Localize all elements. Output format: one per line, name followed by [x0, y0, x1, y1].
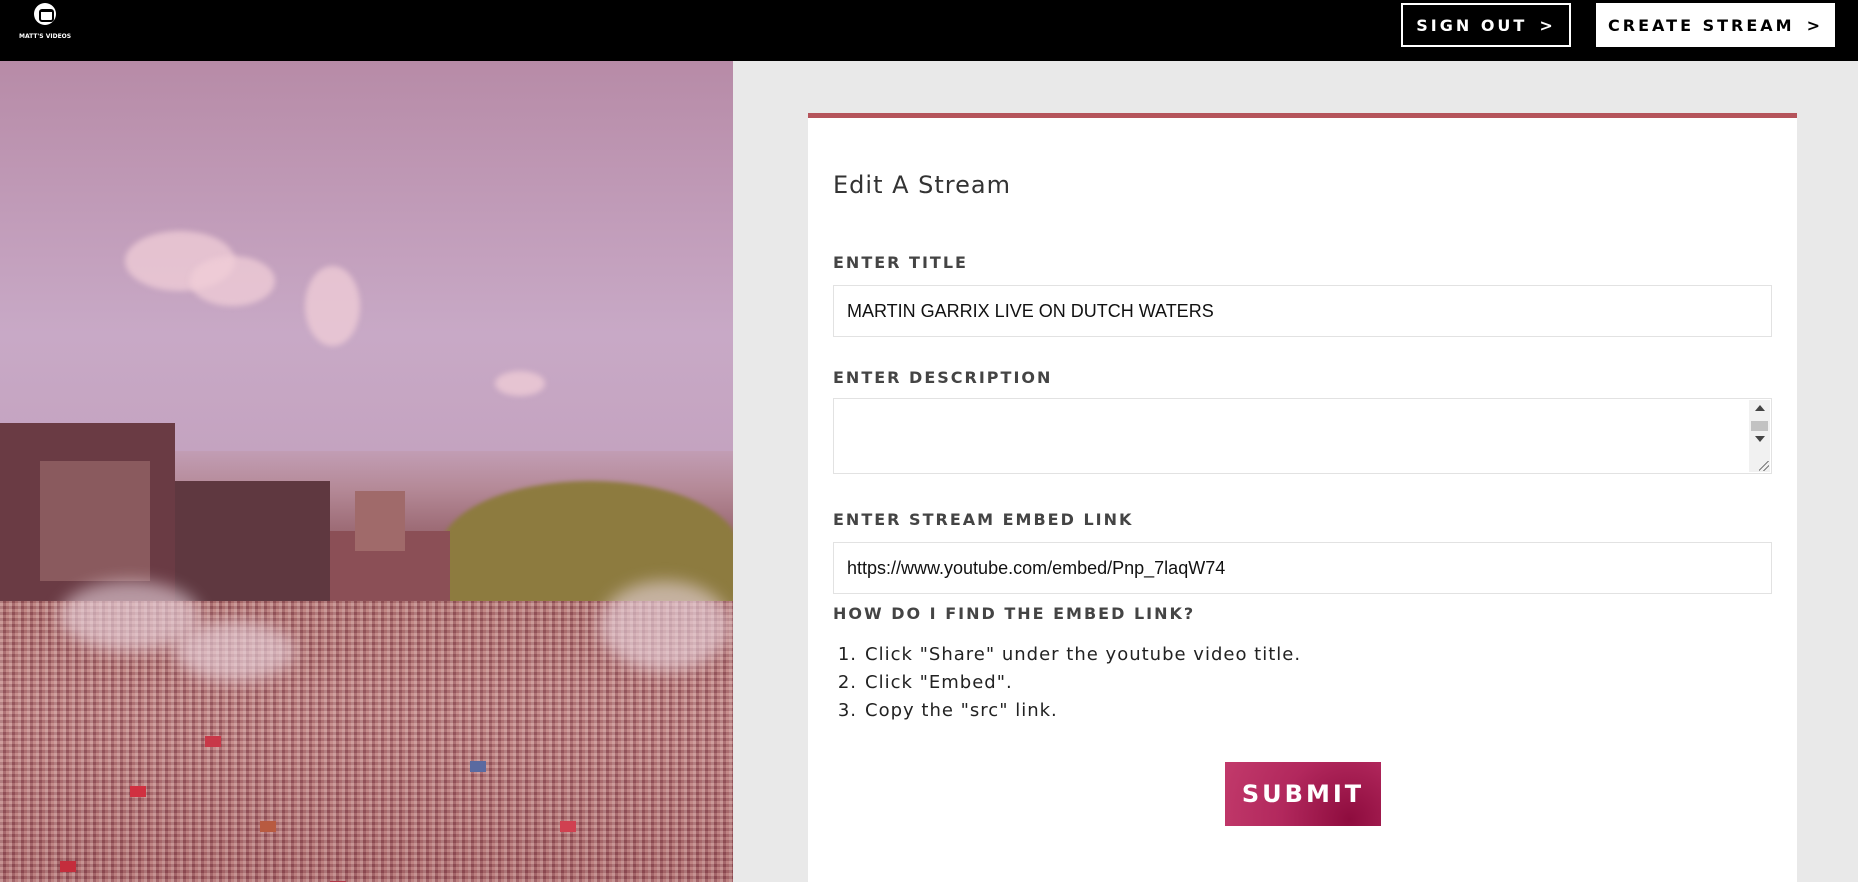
- help-step-number: 3.: [837, 700, 857, 721]
- sign-out-button[interactable]: SIGN OUT >: [1401, 3, 1571, 47]
- hero-flag: [60, 861, 76, 872]
- embed-link-label: ENTER STREAM EMBED LINK: [833, 510, 1134, 529]
- help-step-text: Click "Embed".: [865, 672, 1013, 693]
- hero-stage: [355, 491, 405, 551]
- help-step-text: Click "Share" under the youtube video ti…: [865, 644, 1302, 665]
- sign-out-label: SIGN OUT: [1416, 15, 1528, 35]
- description-label: ENTER DESCRIPTION: [833, 368, 1053, 387]
- hero-smoke: [175, 621, 295, 681]
- hero-smoke: [600, 581, 730, 671]
- help-step-number: 1.: [837, 644, 857, 665]
- scroll-thumb[interactable]: [1751, 421, 1768, 431]
- hero-stage: [40, 461, 150, 581]
- hero-sky: [0, 61, 733, 451]
- top-navigation-bar: MATT'S VIDEOS SIGN OUT > CREATE STREAM >: [0, 0, 1858, 61]
- hero-flag: [260, 821, 276, 832]
- resize-grip-icon[interactable]: [1759, 461, 1769, 471]
- page-title: Edit A Stream: [833, 171, 1011, 199]
- help-step: 1. Click "Share" under the youtube video…: [833, 641, 1301, 669]
- description-textarea[interactable]: [833, 398, 1772, 474]
- embed-link-input[interactable]: [833, 542, 1772, 594]
- logo[interactable]: MATT'S VIDEOS: [19, 3, 71, 43]
- hero-cloud: [190, 256, 275, 306]
- hero-flag: [205, 736, 221, 747]
- help-step-text: Copy the "src" link.: [865, 700, 1058, 721]
- edit-stream-form: Edit A Stream ENTER TITLE ENTER DESCRIPT…: [808, 113, 1797, 882]
- title-input[interactable]: [833, 285, 1772, 337]
- help-step: 3. Copy the "src" link.: [833, 697, 1301, 725]
- help-step: 2. Click "Embed".: [833, 669, 1301, 697]
- chevron-right-icon: >: [1539, 15, 1556, 35]
- hero-image: [0, 61, 733, 882]
- chevron-right-icon: >: [1806, 15, 1823, 35]
- logo-icon: [34, 3, 56, 25]
- create-stream-button[interactable]: CREATE STREAM >: [1596, 3, 1835, 47]
- scroll-down-arrow-icon[interactable]: [1755, 436, 1765, 442]
- hero-cloud: [305, 266, 360, 346]
- scroll-up-arrow-icon[interactable]: [1755, 405, 1765, 411]
- title-label: ENTER TITLE: [833, 253, 968, 272]
- create-stream-label: CREATE STREAM: [1608, 15, 1795, 35]
- submit-button[interactable]: SUBMIT: [1225, 762, 1381, 826]
- help-step-number: 2.: [837, 672, 857, 693]
- logo-text: MATT'S VIDEOS: [19, 33, 72, 40]
- hero-cloud: [495, 371, 545, 396]
- hero-flag: [470, 761, 486, 772]
- hero-flag: [130, 786, 146, 797]
- hero-flag: [560, 821, 576, 832]
- embed-help-heading: HOW DO I FIND THE EMBED LINK?: [833, 604, 1196, 623]
- embed-help-steps: 1. Click "Share" under the youtube video…: [833, 641, 1301, 725]
